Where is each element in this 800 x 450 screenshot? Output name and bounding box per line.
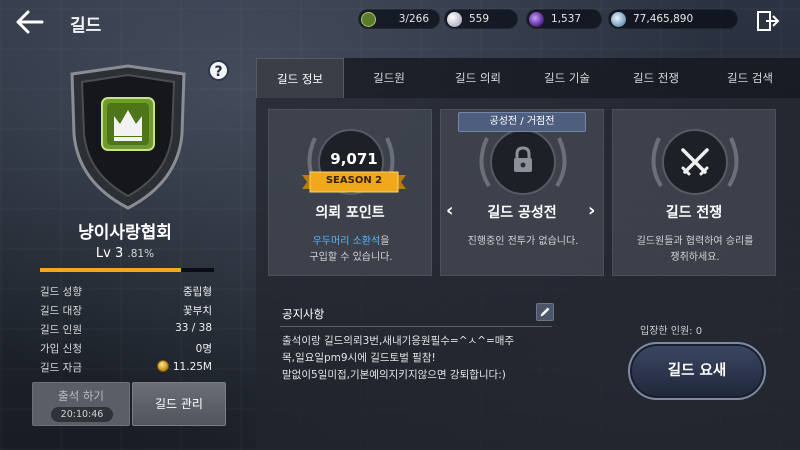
purple-gem-icon xyxy=(529,12,544,27)
tab-guild-search[interactable]: 길드 검색 xyxy=(702,58,798,98)
resource-pearl: 559 xyxy=(444,9,518,29)
tab-guild-info[interactable]: 길드 정보 xyxy=(256,58,344,98)
notice-body: 출석이랑 길드의뢰3번,새내기응원필수=^ㅅ^=매주 목,일요일pm9시에 길드… xyxy=(282,333,552,384)
info-value: 33 / 38 xyxy=(175,322,212,334)
summon-stone-link[interactable]: 우두머리 소환석 xyxy=(313,236,381,247)
lock-icon xyxy=(514,146,532,172)
info-row: 길드 성향 중립형 xyxy=(40,282,212,301)
info-value: 0명 xyxy=(195,343,212,355)
card-desc: 우두머리 소환석을 구입할 수 있습니다. xyxy=(275,234,427,266)
guild-siege-card[interactable]: 길드 공성전 진행중인 전투가 없습니다. xyxy=(440,109,604,276)
guild-fortress-button[interactable]: 길드 요새 xyxy=(628,342,766,400)
guild-member-icon xyxy=(361,12,376,27)
desc-suffix: 을 xyxy=(380,236,390,247)
xp-bar xyxy=(40,268,214,272)
quest-points-value: 9,071 xyxy=(330,150,378,168)
back-arrow-icon[interactable] xyxy=(14,8,46,36)
silver-coin-icon xyxy=(611,12,626,27)
card-desc: 진행중인 전투가 없습니다. xyxy=(467,236,579,247)
guild-war-card[interactable]: 길드 전쟁 길드원들과 협력하여 승리를 쟁취하세요. xyxy=(612,109,776,276)
info-key: 길드 인원 xyxy=(40,324,82,336)
card-desc: 길드원들과 협력하여 승리를 쟁취하세요. xyxy=(619,234,771,266)
tab-bar: 길드 정보 길드원 길드 의뢰 길드 기술 길드 전쟁 길드 검색 xyxy=(256,58,800,98)
info-row: 길드 인원 33 / 38 xyxy=(40,320,212,339)
siege-tag: 공성전 / 거점전 xyxy=(458,112,586,132)
attend-button[interactable]: 출석 하기 20:10:46 xyxy=(32,382,130,426)
notice-line: 출석이랑 길드의뢰3번,새내기응원필수=^ㅅ^=매주 xyxy=(282,335,515,347)
tab-guild-skills[interactable]: 길드 기술 xyxy=(524,58,610,98)
next-arrow-icon[interactable]: › xyxy=(588,200,595,221)
info-value: 꽃부치 xyxy=(183,305,212,317)
xp-bar-fill xyxy=(40,268,181,272)
info-key: 가입 신청 xyxy=(40,343,82,355)
resource-value: 77,465,890 xyxy=(633,13,694,25)
resource-silver: 77,465,890 xyxy=(608,9,738,29)
info-value-funds: 11.25M xyxy=(156,360,212,373)
top-bar: 길드 3/266 559 1,537 77,465,890 xyxy=(0,0,800,42)
resource-purple-gem: 1,537 xyxy=(526,9,602,29)
help-icon[interactable]: ? xyxy=(208,60,229,81)
edit-pencil-icon[interactable] xyxy=(536,303,554,321)
desc-line2: 쟁취하세요. xyxy=(670,252,720,263)
resource-guild-members: 3/266 xyxy=(358,9,440,29)
desc-line2: 구입할 수 있습니다. xyxy=(309,252,393,263)
attend-timer: 20:10:46 xyxy=(51,407,113,422)
info-key: 길드 대장 xyxy=(40,305,82,317)
pearl-icon xyxy=(447,12,462,27)
desc-line1: 길드원들과 협력하여 승리를 xyxy=(636,236,754,247)
resource-value: 1,537 xyxy=(551,13,582,25)
level-percent: .81% xyxy=(127,248,155,260)
resource-value: 559 xyxy=(469,13,490,25)
info-row: 길드 대장 꽃부치 xyxy=(40,301,212,320)
page-title: 길드 xyxy=(70,16,102,36)
guild-emblem xyxy=(70,64,186,210)
notice-line: 말없이5일미접,기본예의지키지않으면 강퇴합니다:) xyxy=(282,369,506,381)
tab-guild-war[interactable]: 길드 전쟁 xyxy=(612,58,700,98)
gold-coin-icon xyxy=(156,360,169,372)
exit-icon[interactable] xyxy=(756,10,780,32)
guild-info-list: 길드 성향 중립형 길드 대장 꽃부치 길드 인원 33 / 38 가입 신청 … xyxy=(40,282,212,377)
notice-title: 공지사항 xyxy=(282,307,325,321)
info-key: 길드 자금 xyxy=(40,362,82,374)
card-title: 길드 공성전 xyxy=(487,205,557,221)
info-value: 중립형 xyxy=(183,286,212,298)
guild-level: Lv 3 .81% xyxy=(30,246,220,261)
guild-name: 냥이사랑협회 xyxy=(78,223,172,243)
tab-guild-quests[interactable]: 길드 의뢰 xyxy=(434,58,522,98)
season-label: SEASON 2 xyxy=(325,175,383,186)
info-row: 가입 신청 0명 xyxy=(40,339,212,358)
resource-value: 3/266 xyxy=(398,13,429,25)
card-title: 길드 전쟁 xyxy=(665,205,723,221)
level-text: Lv 3 xyxy=(95,246,124,261)
prev-arrow-icon[interactable]: ‹ xyxy=(446,200,453,221)
joined-count: 입장한 인원: 0 xyxy=(640,326,703,337)
crossed-swords-icon xyxy=(681,148,709,176)
attend-label: 출석 하기 xyxy=(58,389,104,403)
card-title: 의뢰 포인트 xyxy=(315,205,385,221)
info-row: 길드 자금 11.25M xyxy=(40,358,212,377)
notice-divider xyxy=(280,326,552,327)
guild-manage-button[interactable]: 길드 관리 xyxy=(132,382,226,426)
notice-line: 목,일요일pm9시에 길드토벌 필참! xyxy=(282,352,436,364)
funds-value: 11.25M xyxy=(172,361,212,373)
info-key: 길드 성향 xyxy=(40,286,82,298)
tab-guild-members[interactable]: 길드원 xyxy=(346,58,432,98)
